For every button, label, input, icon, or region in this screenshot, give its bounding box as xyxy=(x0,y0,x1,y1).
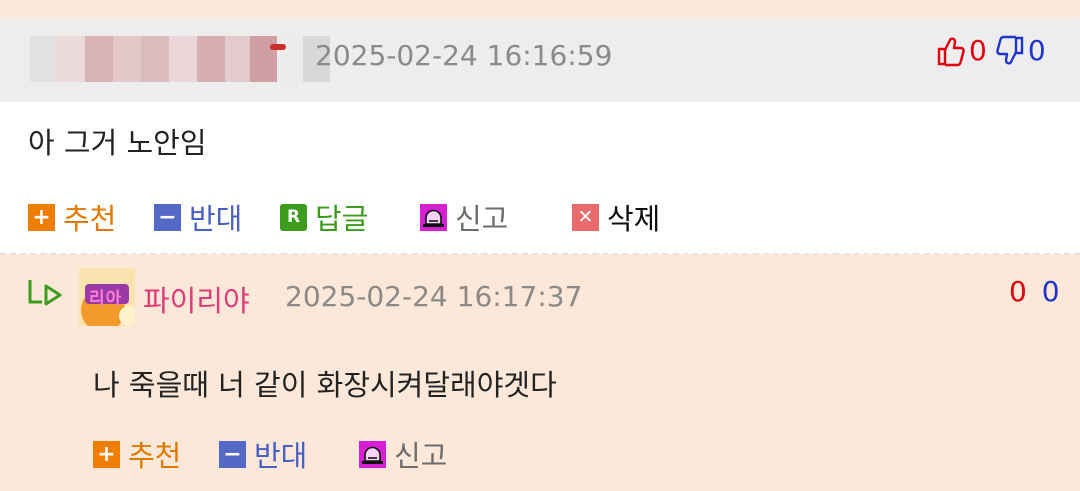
recommend-button[interactable]: + 추천 xyxy=(28,196,116,238)
report-label: 신고 xyxy=(455,202,509,236)
top-band xyxy=(0,0,1080,17)
recommend-button[interactable]: + 추천 xyxy=(93,433,181,475)
minus-icon: − xyxy=(219,440,246,468)
report-label: 신고 xyxy=(394,439,448,473)
delete-button[interactable]: ✕ 삭제 xyxy=(572,196,660,238)
comment-text: 아 그거 노안임 xyxy=(28,126,207,160)
downvote-count: 0 xyxy=(1027,34,1046,67)
vote-counter: 0 0 xyxy=(936,34,1046,67)
recommend-label: 추천 xyxy=(128,439,182,473)
plus-icon: + xyxy=(28,203,55,231)
thumbs-up-icon[interactable] xyxy=(936,35,966,67)
upvote-count: 0 xyxy=(969,34,987,67)
reply-label: 답글 xyxy=(315,202,369,236)
comment-timestamp: 2025-02-24 16:16:59 xyxy=(315,39,613,72)
comment-text: 나 죽을때 너 같이 화장시켜달래야겟다 xyxy=(93,368,557,402)
reply-r-icon: R xyxy=(280,203,307,231)
author-level-mark xyxy=(270,44,286,50)
thumbs-down-icon[interactable] xyxy=(995,35,1025,67)
siren-icon xyxy=(359,440,386,468)
blurred-author-name xyxy=(30,36,330,82)
recommend-label: 추천 xyxy=(63,202,117,236)
reply-button[interactable]: R 답글 xyxy=(280,196,368,238)
report-button[interactable]: 신고 xyxy=(420,196,508,238)
oppose-button[interactable]: − 반대 xyxy=(219,433,307,475)
downvote-count[interactable]: 0 xyxy=(1042,275,1060,308)
vote-counter: 0 0 xyxy=(1009,275,1060,308)
avatar[interactable]: 리아 xyxy=(79,268,135,326)
report-button[interactable]: 신고 xyxy=(359,433,447,475)
plus-icon: + xyxy=(93,440,120,468)
comment-timestamp: 2025-02-24 16:17:37 xyxy=(285,280,583,313)
oppose-label: 반대 xyxy=(254,439,308,473)
upvote-count[interactable]: 0 xyxy=(1009,275,1027,308)
oppose-label: 반대 xyxy=(189,202,243,236)
siren-icon xyxy=(420,203,447,231)
oppose-button[interactable]: − 반대 xyxy=(154,196,242,238)
minus-icon: − xyxy=(154,203,181,231)
avatar-text: 리아 xyxy=(89,289,123,309)
reply-arrow-icon xyxy=(26,278,66,314)
delete-label: 삭제 xyxy=(607,202,661,236)
close-icon: ✕ xyxy=(572,203,599,231)
author-nickname[interactable]: 파이리야 xyxy=(143,278,250,320)
